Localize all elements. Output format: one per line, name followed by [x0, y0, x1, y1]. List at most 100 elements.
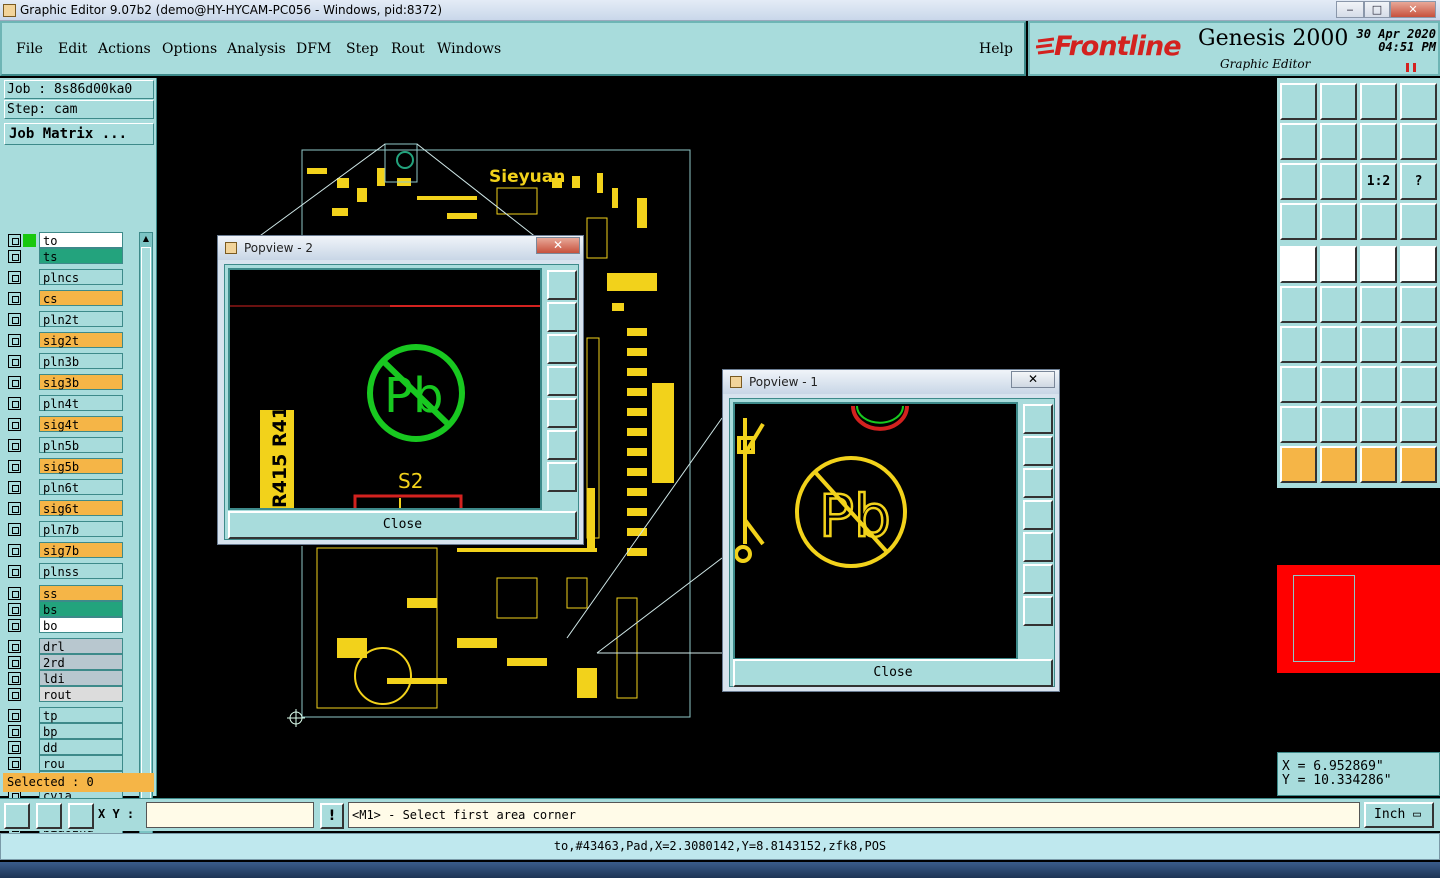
layer-name[interactable]: drl	[39, 638, 123, 654]
layer-checkbox[interactable]	[8, 672, 21, 685]
pan-left-icon[interactable]	[1280, 123, 1317, 160]
home-icon[interactable]	[1360, 83, 1397, 120]
layer-name[interactable]: pln2t	[39, 311, 123, 327]
fit-icon[interactable]	[1280, 163, 1317, 200]
line-blue-icon[interactable]	[1400, 286, 1437, 323]
pan-right-icon[interactable]	[1320, 123, 1357, 160]
pop-fit-icon[interactable]	[547, 430, 577, 460]
layer-row[interactable]: 2rd	[3, 654, 138, 670]
undo-icon[interactable]	[1360, 326, 1397, 363]
ruler-icon[interactable]	[1360, 246, 1397, 283]
layer-row[interactable]: drl	[3, 638, 138, 654]
layer-row[interactable]: to	[3, 232, 138, 248]
layer-checkbox[interactable]	[8, 481, 21, 494]
mirror-icon[interactable]	[1360, 123, 1397, 160]
pop-center-icon[interactable]	[547, 462, 577, 492]
pop1-down-icon[interactable]	[1023, 468, 1053, 498]
popview-1-close-icon[interactable]: ✕	[1011, 371, 1055, 388]
angle-icon[interactable]	[1280, 326, 1317, 363]
pop1-fit-icon[interactable]	[1023, 564, 1053, 594]
pop-up-icon[interactable]	[547, 302, 577, 332]
menu-windows[interactable]: Windows	[437, 41, 501, 57]
layer-row[interactable]: ts	[3, 248, 138, 264]
layer-row[interactable]: sig3b	[3, 374, 138, 390]
tri-red-icon[interactable]	[1280, 406, 1317, 443]
menu-step[interactable]: Step	[346, 41, 378, 57]
menu-rout[interactable]: Rout	[391, 41, 425, 57]
layer-checkbox[interactable]	[8, 523, 21, 536]
layers-red2-icon[interactable]	[1400, 203, 1437, 240]
circle-icon[interactable]	[1400, 246, 1437, 283]
layer-name[interactable]: rou	[39, 755, 123, 771]
layer-name[interactable]: bs	[39, 601, 123, 617]
pointer-icon[interactable]	[1280, 446, 1317, 483]
grid-icon[interactable]	[68, 803, 94, 829]
layer-row[interactable]: sig2t	[3, 332, 138, 348]
popview-2-canvas[interactable]: Pb R415 R412 S2	[228, 268, 542, 512]
measure-icon[interactable]	[1280, 246, 1317, 283]
help-icon[interactable]: ?	[1400, 163, 1437, 200]
layer-name[interactable]: rout	[39, 686, 123, 702]
layer-checkbox[interactable]	[8, 397, 21, 410]
menu-actions[interactable]: Actions	[98, 41, 151, 57]
layer-checkbox[interactable]	[8, 709, 21, 722]
popview-1-canvas[interactable]: Pb	[733, 402, 1018, 660]
layer-row[interactable]: pln7b	[3, 521, 138, 537]
pop-zoom-icon[interactable]	[547, 270, 577, 300]
layer-name[interactable]: ss	[39, 585, 123, 601]
flip-icon[interactable]	[1400, 326, 1437, 363]
connect-icon[interactable]	[1280, 286, 1317, 323]
layer-row[interactable]: bp	[3, 723, 138, 739]
layer-checkbox[interactable]	[8, 619, 21, 632]
layer-row[interactable]: ldi	[3, 670, 138, 686]
maximize-button[interactable]: □	[1364, 1, 1390, 18]
close-button[interactable]: ✕	[1390, 1, 1436, 18]
cross-icon[interactable]	[1320, 286, 1357, 323]
layer-checkbox[interactable]	[8, 656, 21, 669]
popview-2-close-icon[interactable]: ✕	[536, 237, 580, 254]
layers-red-icon[interactable]	[1360, 203, 1397, 240]
draw-icon[interactable]	[1320, 326, 1357, 363]
layer-row[interactable]: tp	[3, 707, 138, 723]
tri-line-icon[interactable]	[1400, 406, 1437, 443]
layer-checkbox[interactable]	[8, 640, 21, 653]
layer-name[interactable]: ts	[39, 248, 123, 264]
menu-analysis[interactable]: Analysis	[227, 41, 286, 57]
pop1-zoom-icon[interactable]	[1023, 404, 1053, 434]
align-icon[interactable]	[1320, 366, 1357, 403]
menu-dfm[interactable]: DFM	[296, 41, 331, 57]
zoom-in-icon[interactable]	[1320, 83, 1357, 120]
layer-name[interactable]: sig3b	[39, 374, 123, 390]
layer-row[interactable]: sig4t	[3, 416, 138, 432]
layer-name[interactable]: bo	[39, 617, 123, 633]
layer-row[interactable]: plncs	[3, 269, 138, 285]
layer-checkbox[interactable]	[8, 292, 21, 305]
layer-name[interactable]: tp	[39, 707, 123, 723]
pause-icon[interactable]	[1406, 63, 1416, 72]
tri-blue-icon[interactable]	[1320, 406, 1357, 443]
layer-name[interactable]: bp	[39, 723, 123, 739]
snap-icon[interactable]	[1400, 123, 1437, 160]
window-icon[interactable]	[1400, 83, 1437, 120]
layer-checkbox[interactable]	[8, 741, 21, 754]
popview-2-close-button[interactable]: Close	[228, 511, 577, 539]
color-icon[interactable]	[1320, 246, 1357, 283]
layer-name[interactable]: dd	[39, 739, 123, 755]
layer-checkbox[interactable]	[8, 603, 21, 616]
layer-checkbox[interactable]	[8, 234, 21, 247]
layer-checkbox[interactable]	[8, 355, 21, 368]
feature-icon[interactable]	[1280, 203, 1317, 240]
layer-name[interactable]: sig5b	[39, 458, 123, 474]
layer-row[interactable]: pln3b	[3, 353, 138, 369]
layer-name[interactable]: sig7b	[39, 542, 123, 558]
layer-name[interactable]: plncs	[39, 269, 123, 285]
minimize-button[interactable]: ‒	[1336, 1, 1364, 18]
layer-row[interactable]: pln4t	[3, 395, 138, 411]
scroll-up-icon[interactable]: ▲	[141, 234, 151, 244]
scale-1-2-icon[interactable]: 1:2	[1360, 163, 1397, 200]
pointer-node-icon[interactable]	[1400, 446, 1437, 483]
pop-down-icon[interactable]	[547, 334, 577, 364]
scroll-thumb[interactable]	[141, 247, 151, 819]
layer-name[interactable]: cs	[39, 290, 123, 306]
layer-row[interactable]: pln5b	[3, 437, 138, 453]
